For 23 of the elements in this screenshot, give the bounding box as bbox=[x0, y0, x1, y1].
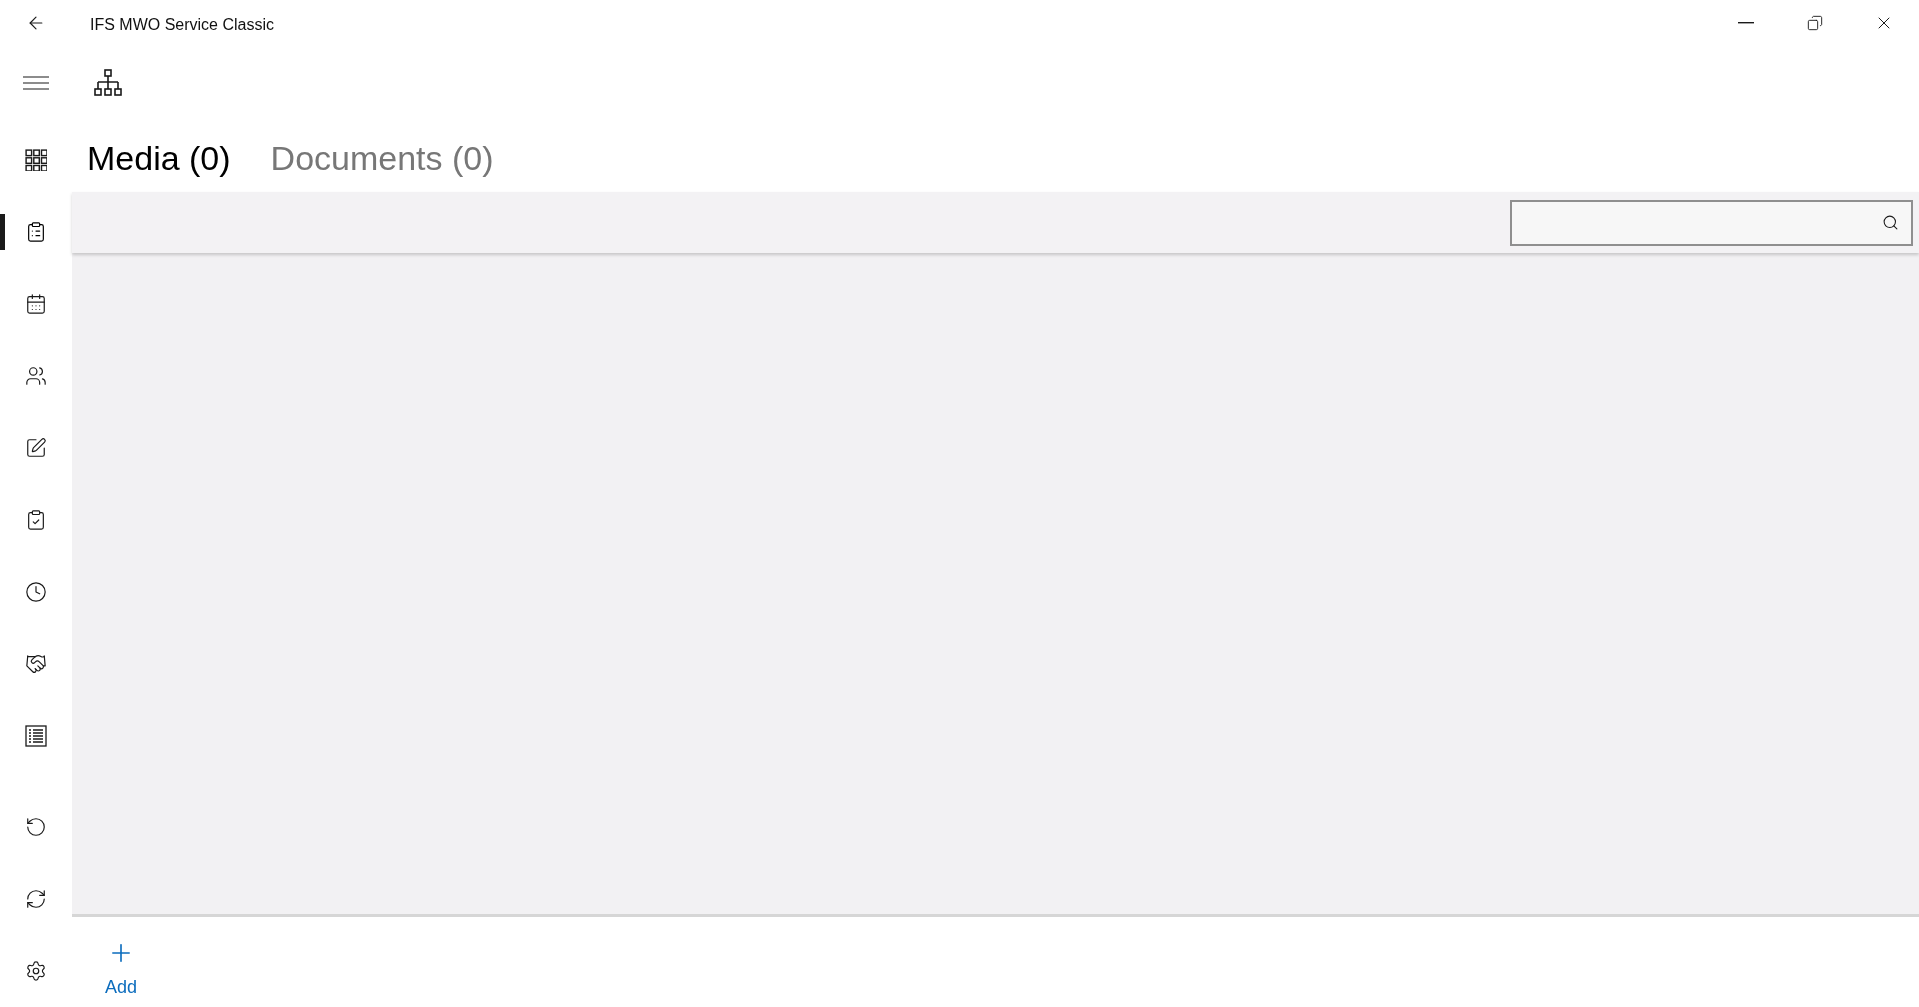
settings-icon bbox=[25, 960, 47, 982]
clipboard-icon bbox=[25, 221, 47, 243]
menu-icon bbox=[23, 76, 49, 90]
list-icon bbox=[25, 725, 47, 747]
hierarchy-button[interactable] bbox=[94, 67, 122, 99]
calendar-icon bbox=[25, 293, 47, 315]
window-title: IFS MWO Service Classic bbox=[89, 14, 274, 35]
handshake-icon bbox=[25, 653, 47, 675]
minimize-icon bbox=[1737, 22, 1754, 24]
edit-icon bbox=[25, 437, 47, 459]
restore-icon bbox=[1806, 15, 1823, 31]
add-button[interactable]: Add bbox=[99, 939, 143, 998]
refresh-icon bbox=[25, 888, 47, 910]
people-icon bbox=[25, 365, 47, 387]
tab[interactable]: Media (0) bbox=[87, 136, 231, 180]
clock-icon bbox=[25, 581, 47, 603]
org-chart-icon bbox=[94, 69, 122, 97]
clipboard-check-icon bbox=[25, 509, 47, 531]
rotate-left-icon bbox=[25, 816, 47, 838]
search-icon bbox=[1882, 214, 1899, 231]
tab[interactable]: Documents (0) bbox=[270, 136, 494, 180]
grid-icon bbox=[25, 149, 47, 171]
search-field[interactable] bbox=[1510, 199, 1913, 246]
